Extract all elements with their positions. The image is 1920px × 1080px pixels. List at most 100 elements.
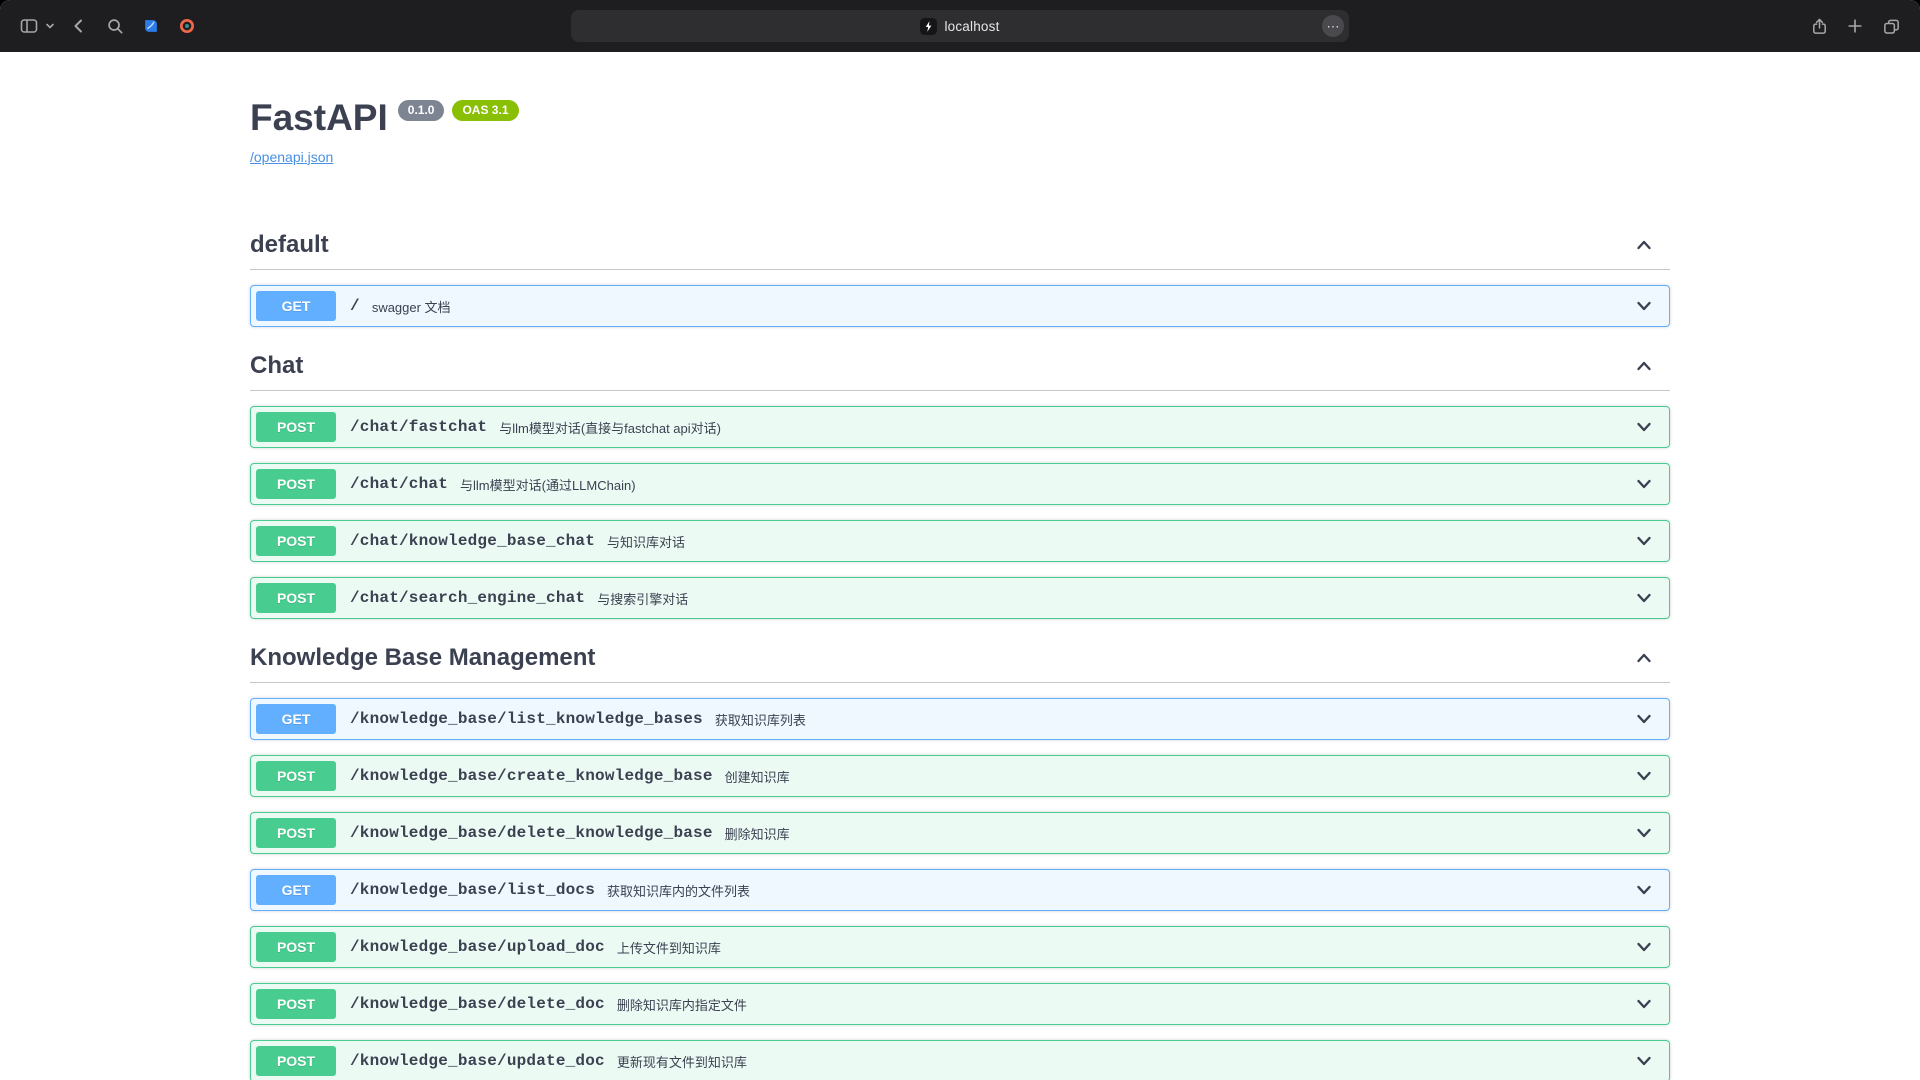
chevron-down-icon[interactable] — [1634, 709, 1664, 729]
method-badge: GET — [256, 875, 336, 905]
version-badge: 0.1.0 — [398, 100, 445, 121]
chevron-down-icon — [45, 21, 55, 31]
operation-row[interactable]: POST /knowledge_base/upload_doc 上传文件到知识库 — [250, 926, 1670, 968]
operation-row[interactable]: POST /knowledge_base/delete_doc 删除知识库内指定… — [250, 983, 1670, 1025]
extension-blue-button[interactable] — [136, 11, 166, 41]
sidebar-menu-chevron-button[interactable] — [42, 11, 58, 41]
url-text: localhost — [944, 19, 999, 34]
chevron-down-icon[interactable] — [1634, 531, 1664, 551]
operation-summary[interactable]: POST /chat/fastchat 与llm模型对话(直接与fastchat… — [251, 407, 1669, 447]
operation-summary[interactable]: POST /knowledge_base/delete_knowledge_ba… — [251, 813, 1669, 853]
operation-row[interactable]: GET /knowledge_base/list_docs 获取知识库内的文件列… — [250, 869, 1670, 911]
chevron-down-icon[interactable] — [1634, 823, 1664, 843]
operation-summary[interactable]: POST /chat/search_engine_chat 与搜索引擎对话 — [251, 578, 1669, 618]
sidebar-toggle-button[interactable] — [14, 11, 44, 41]
operation-summary[interactable]: POST /knowledge_base/update_doc 更新现有文件到知… — [251, 1041, 1669, 1080]
operation-summary[interactable]: POST /chat/knowledge_base_chat 与知识库对话 — [251, 521, 1669, 561]
extension-orange-button[interactable] — [172, 11, 202, 41]
api-section: Chat POST /chat/fastchat 与llm模型对话(直接与fas… — [250, 342, 1670, 619]
operation-path: /chat/chat — [350, 475, 448, 493]
browser-window: localhost ⋯ — [0, 0, 1920, 1080]
operation-summary[interactable]: POST /knowledge_base/create_knowledge_ba… — [251, 756, 1669, 796]
operation-summary[interactable]: POST /chat/chat 与llm模型对话(通过LLMChain) — [251, 464, 1669, 504]
method-badge: POST — [256, 469, 336, 499]
operation-summary[interactable]: GET / swagger 文档 — [251, 286, 1669, 326]
chevron-down-icon[interactable] — [1634, 766, 1664, 786]
operation-summary[interactable]: POST /knowledge_base/upload_doc 上传文件到知识库 — [251, 927, 1669, 967]
operation-path: /knowledge_base/upload_doc — [350, 938, 605, 956]
section-header[interactable]: Knowledge Base Management — [250, 634, 1670, 683]
toolbar-left-group — [14, 11, 202, 41]
chevron-down-icon[interactable] — [1634, 474, 1664, 494]
openapi-json-link[interactable]: /openapi.json — [250, 149, 333, 165]
operation-row[interactable]: GET / swagger 文档 — [250, 285, 1670, 327]
method-badge: GET — [256, 291, 336, 321]
share-icon — [1810, 17, 1829, 36]
toolbar-right-group — [1804, 11, 1906, 41]
section-operations: GET /knowledge_base/list_knowledge_bases… — [250, 683, 1670, 1080]
operation-description: 与知识库对话 — [607, 532, 685, 551]
method-badge: POST — [256, 1046, 336, 1076]
operation-row[interactable]: GET /knowledge_base/list_knowledge_bases… — [250, 698, 1670, 740]
operation-description: 获取知识库内的文件列表 — [607, 881, 750, 900]
chevron-down-icon[interactable] — [1634, 937, 1664, 957]
chevron-up-icon[interactable] — [1634, 235, 1654, 255]
operation-row[interactable]: POST /knowledge_base/delete_knowledge_ba… — [250, 812, 1670, 854]
chevron-up-icon[interactable] — [1634, 648, 1654, 668]
api-title-text: FastAPI — [250, 98, 388, 139]
chevron-down-icon[interactable] — [1634, 994, 1664, 1014]
tabs-icon — [1882, 17, 1901, 36]
chevron-down-icon[interactable] — [1634, 1051, 1664, 1071]
version-badges: 0.1.0 OAS 3.1 — [398, 100, 519, 121]
operation-summary[interactable]: POST /knowledge_base/delete_doc 删除知识库内指定… — [251, 984, 1669, 1024]
section-header[interactable]: Chat — [250, 342, 1670, 391]
operation-description: 创建知识库 — [725, 767, 790, 786]
address-bar[interactable]: localhost ⋯ — [571, 10, 1349, 42]
tab-overview-button[interactable] — [1876, 11, 1906, 41]
operation-description: 与llm模型对话(通过LLMChain) — [460, 475, 636, 494]
chevron-down-icon[interactable] — [1634, 588, 1664, 608]
chevron-up-icon[interactable] — [1634, 356, 1654, 376]
method-badge: POST — [256, 583, 336, 613]
api-section: Knowledge Base Management GET /knowledge… — [250, 634, 1670, 1080]
sidebar-icon — [19, 16, 39, 36]
operation-path: /knowledge_base/list_docs — [350, 881, 595, 899]
section-operations: POST /chat/fastchat 与llm模型对话(直接与fastchat… — [250, 391, 1670, 619]
operation-row[interactable]: POST /chat/knowledge_base_chat 与知识库对话 — [250, 520, 1670, 562]
operation-row[interactable]: POST /chat/chat 与llm模型对话(通过LLMChain) — [250, 463, 1670, 505]
chevron-down-icon[interactable] — [1634, 880, 1664, 900]
operation-description: 与llm模型对话(直接与fastchat api对话) — [499, 418, 721, 437]
page-menu-button[interactable]: ⋯ — [1322, 15, 1344, 37]
browser-toolbar: localhost ⋯ — [0, 0, 1920, 52]
operation-summary[interactable]: GET /knowledge_base/list_docs 获取知识库内的文件列… — [251, 870, 1669, 910]
search-button[interactable] — [100, 11, 130, 41]
method-badge: GET — [256, 704, 336, 734]
new-tab-button[interactable] — [1840, 11, 1870, 41]
extension-blue-icon — [142, 17, 160, 35]
chevron-left-icon — [69, 16, 89, 36]
chevron-down-icon[interactable] — [1634, 296, 1664, 316]
operation-description: 上传文件到知识库 — [617, 938, 721, 957]
operation-path: /knowledge_base/create_knowledge_base — [350, 767, 713, 785]
operation-description: 获取知识库列表 — [715, 710, 806, 729]
api-section: default GET / swagger 文档 — [250, 221, 1670, 327]
share-button[interactable] — [1804, 11, 1834, 41]
api-title: FastAPI 0.1.0 OAS 3.1 — [250, 98, 1670, 139]
api-sections: default GET / swagger 文档 Chat — [250, 221, 1670, 1080]
ellipsis-icon: ⋯ — [1327, 20, 1340, 33]
back-button[interactable] — [64, 11, 94, 41]
operation-row[interactable]: POST /knowledge_base/update_doc 更新现有文件到知… — [250, 1040, 1670, 1080]
chevron-down-icon[interactable] — [1634, 417, 1664, 437]
extension-orange-icon — [178, 17, 196, 35]
section-operations: GET / swagger 文档 — [250, 270, 1670, 327]
operation-row[interactable]: POST /chat/search_engine_chat 与搜索引擎对话 — [250, 577, 1670, 619]
operation-row[interactable]: POST /knowledge_base/create_knowledge_ba… — [250, 755, 1670, 797]
site-favicon-icon — [920, 18, 937, 35]
api-info: FastAPI 0.1.0 OAS 3.1 /openapi.json — [250, 98, 1670, 167]
section-title: Knowledge Base Management — [250, 644, 595, 672]
method-badge: POST — [256, 932, 336, 962]
operation-summary[interactable]: GET /knowledge_base/list_knowledge_bases… — [251, 699, 1669, 739]
section-header[interactable]: default — [250, 221, 1670, 270]
operation-path: /chat/knowledge_base_chat — [350, 532, 595, 550]
operation-row[interactable]: POST /chat/fastchat 与llm模型对话(直接与fastchat… — [250, 406, 1670, 448]
